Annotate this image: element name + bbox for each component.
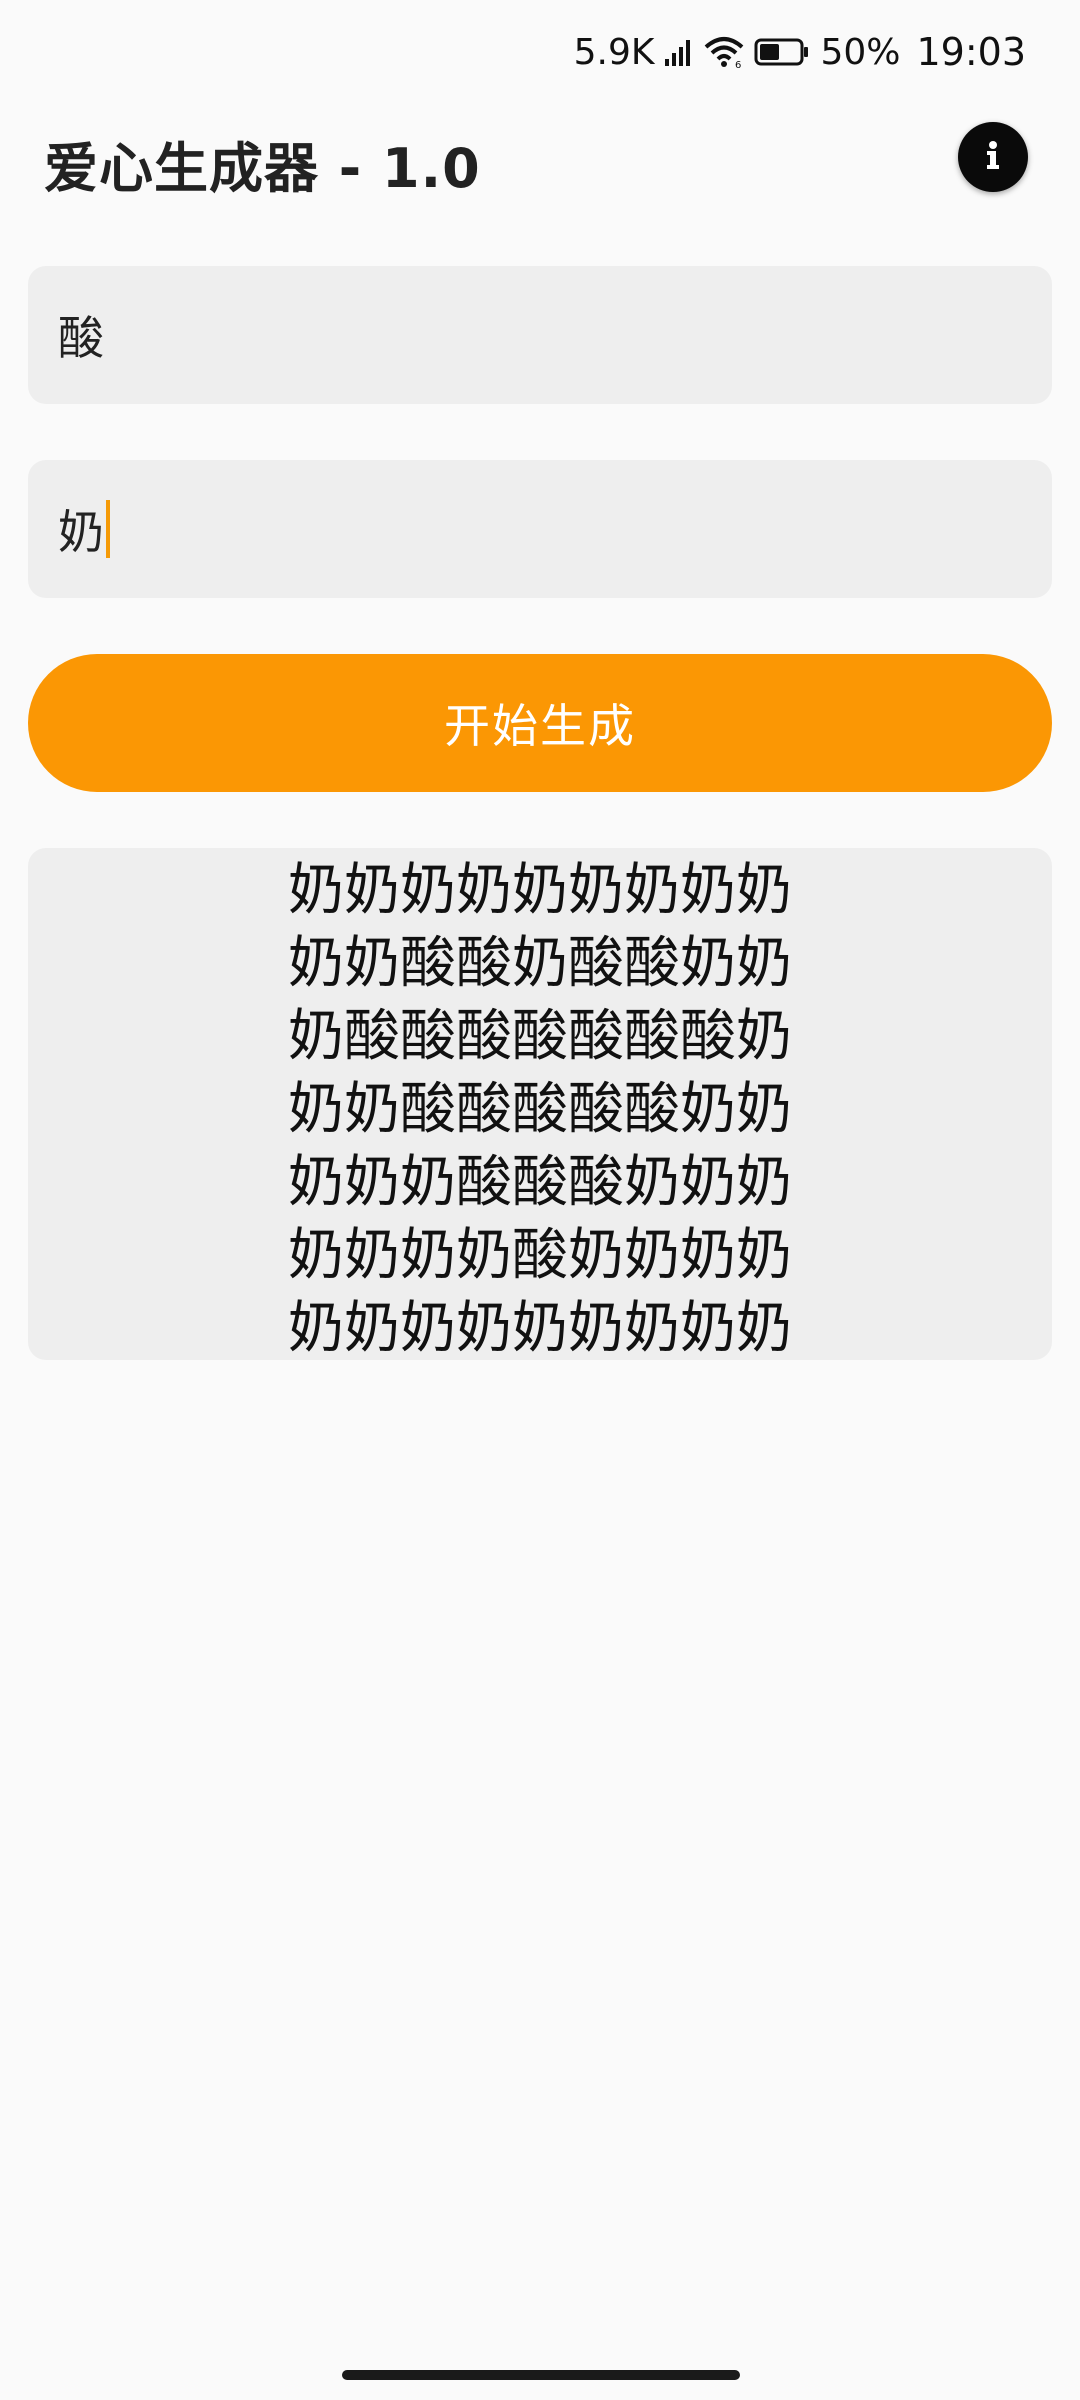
fill-char-value: 酸: [58, 311, 104, 365]
clock: 19:03: [916, 30, 1026, 74]
page-title: 爱心生成器 - 1.0: [44, 137, 481, 200]
background-char-input[interactable]: 奶: [28, 460, 1052, 598]
result-panel: 奶奶奶奶奶奶奶奶奶 奶奶酸酸奶酸酸奶奶 奶酸酸酸酸酸酸酸奶 奶奶酸酸酸酸酸奶奶 …: [28, 848, 1052, 1361]
result-line: 奶奶奶奶奶奶奶奶奶: [288, 1296, 792, 1361]
home-indicator[interactable]: [342, 2370, 740, 2380]
result-line: 奶酸酸酸酸酸酸酸奶: [288, 1004, 792, 1069]
app-screen: 5.9K 6 50% 19:03 爱心生成器 - 1.0 酸 奶 开始生成 奶奶…: [0, 0, 1080, 2400]
result-line: 奶奶奶奶酸奶奶奶奶: [288, 1223, 792, 1288]
result-line: 奶奶奶酸酸酸奶奶奶: [288, 1150, 792, 1215]
info-button[interactable]: [958, 122, 1028, 192]
generate-button[interactable]: 开始生成: [28, 654, 1052, 792]
network-speed: 5.9K: [573, 31, 655, 73]
signal-icon: [664, 37, 694, 67]
battery-icon: [754, 37, 810, 67]
info-icon: [975, 137, 1011, 177]
result-line: 奶奶酸酸酸酸酸奶奶: [288, 1077, 792, 1142]
battery-percent: 50%: [820, 31, 901, 73]
text-caret: [106, 500, 110, 558]
wifi-icon: 6: [704, 35, 744, 69]
result-line: 奶奶奶奶奶奶奶奶奶: [288, 858, 792, 923]
fill-char-input[interactable]: 酸: [28, 266, 1052, 404]
svg-text:6: 6: [735, 60, 741, 69]
result-line: 奶奶酸酸奶酸酸奶奶: [288, 931, 792, 996]
status-bar: 5.9K 6 50% 19:03: [574, 20, 1026, 84]
background-char-value: 奶: [58, 505, 104, 559]
